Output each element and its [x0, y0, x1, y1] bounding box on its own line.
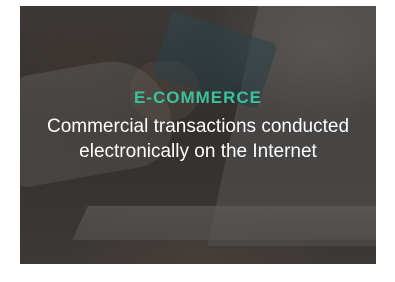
card-content: E-COMMERCE Commercial transactions condu… — [20, 88, 376, 164]
category-description: Commercial transactions conducted electr… — [46, 116, 350, 162]
category-title: E-COMMERCE — [133, 88, 263, 107]
category-card[interactable]: E-COMMERCE Commercial transactions condu… — [20, 6, 376, 264]
